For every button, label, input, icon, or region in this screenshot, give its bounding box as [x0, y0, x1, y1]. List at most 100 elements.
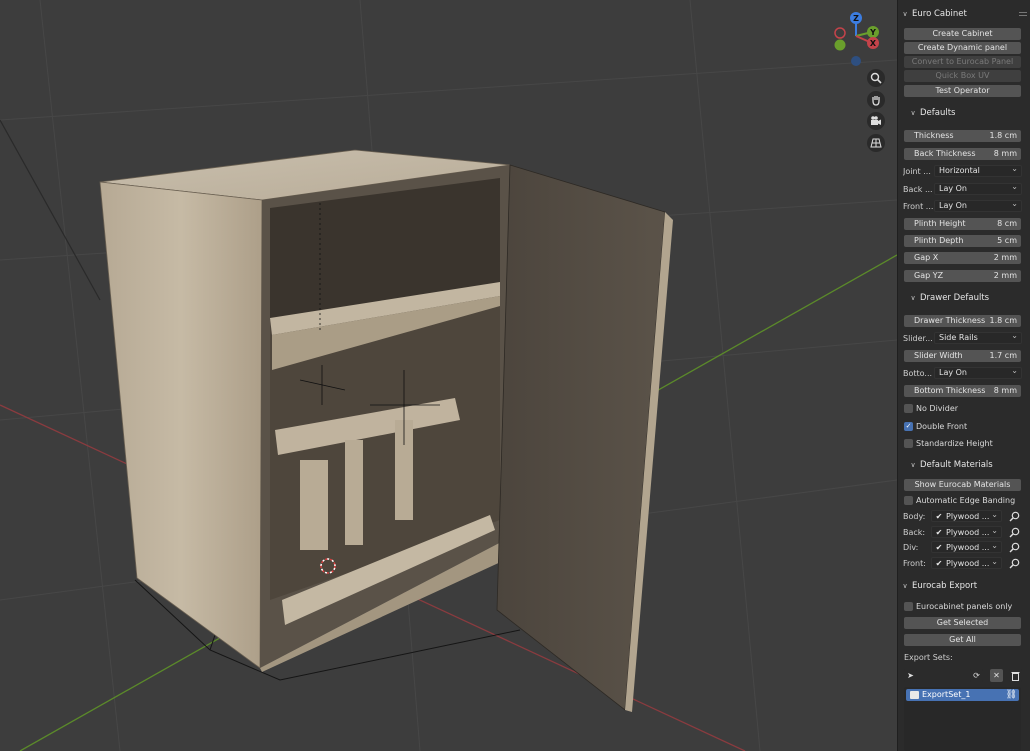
chevron-down-icon: ∨ [902, 10, 908, 18]
material-label: Div: [903, 542, 919, 552]
trash-icon[interactable] [1009, 669, 1022, 682]
field-label: Bottom Thickness [914, 386, 986, 395]
bottom-dropdown[interactable]: Lay On [934, 366, 1022, 379]
create-dynamic-panel-button[interactable]: Create Dynamic panel [904, 42, 1021, 54]
dropdown-label: Joint ... [903, 166, 931, 176]
eyedropper-search-icon[interactable] [1007, 541, 1021, 553]
quick-box-uv-button[interactable]: Quick Box UV [904, 70, 1021, 82]
chevron-down-icon: ∨ [910, 109, 916, 117]
checkmark-icon[interactable]: ✓ [904, 421, 913, 431]
defaults-panel-header[interactable]: ∨ Defaults [898, 105, 1030, 121]
field-label: Slider Width [914, 351, 963, 360]
material-label: Back: [903, 527, 926, 537]
euro-cabinet-panel-header[interactable]: ∨ Euro Cabinet [898, 6, 1030, 22]
material-value: Plywood ... [946, 527, 990, 537]
eyedropper-search-icon[interactable] [1007, 557, 1021, 569]
cabinet-scene[interactable] [0, 0, 897, 751]
gap-yz-field[interactable]: Gap YZ 2 mm [904, 270, 1021, 282]
double-front-checkbox[interactable]: ✓ Double Front [904, 420, 967, 432]
slider-dropdown[interactable]: Side Rails [934, 331, 1022, 344]
field-label: Gap YZ [914, 271, 944, 280]
drawer-thickness-field[interactable]: Drawer Thickness 1.8 cm [904, 315, 1021, 327]
div-material-dropdown[interactable]: ✔ Plywood ... [931, 541, 1002, 553]
select-cursor-icon[interactable]: ➤ [904, 669, 917, 682]
checkbox-unchecked-icon[interactable] [904, 438, 913, 448]
convert-to-eurocab-panel-button[interactable]: Convert to Eurocab Panel [904, 56, 1021, 68]
eyedropper-search-icon[interactable] [1007, 526, 1021, 538]
gizmo-neg-y-icon[interactable] [834, 39, 846, 51]
drag-grip-icon[interactable] [1019, 12, 1027, 16]
material-label: Body: [903, 511, 926, 521]
back-dropdown[interactable]: Lay On [934, 182, 1022, 195]
no-divider-checkbox[interactable]: No Divider [904, 402, 958, 414]
gap-x-field[interactable]: Gap X 2 mm [904, 252, 1021, 264]
close-icon[interactable]: ✕ [990, 669, 1003, 682]
bottom-dropdown-row: Botto... Lay On [903, 366, 1023, 379]
checkbox-unchecked-icon[interactable] [904, 403, 913, 413]
plinth-height-field[interactable]: Plinth Height 8 cm [904, 218, 1021, 230]
standardize-height-checkbox[interactable]: Standardize Height [904, 437, 993, 449]
slider-width-field[interactable]: Slider Width 1.7 cm [904, 350, 1021, 362]
checkmark-icon: ✔ [935, 527, 943, 537]
refresh-icon[interactable]: ⟳ [970, 669, 983, 682]
field-label: Drawer Thickness [914, 316, 986, 325]
default-materials-panel-header[interactable]: ∨ Default Materials [898, 457, 1030, 473]
back-thickness-field[interactable]: Back Thickness 8 mm [904, 148, 1021, 160]
gizmo-neg-z-icon[interactable] [851, 56, 861, 66]
get-all-button[interactable]: Get All [904, 634, 1021, 646]
eurocab-export-panel-header[interactable]: ∨ Eurocab Export [898, 578, 1030, 594]
field-value: 1.7 cm [989, 351, 1017, 360]
back-material-dropdown[interactable]: ✔ Plywood ... [931, 526, 1002, 538]
zoom-icon[interactable] [867, 69, 885, 87]
plinth-depth-field[interactable]: Plinth Depth 5 cm [904, 235, 1021, 247]
checkbox-unchecked-icon[interactable] [904, 601, 913, 611]
export-set-icon [910, 691, 919, 699]
pan-hand-icon[interactable] [867, 91, 885, 109]
get-selected-button[interactable]: Get Selected [904, 617, 1021, 629]
cabinet-left-side[interactable] [99, 181, 263, 669]
front-dropdown[interactable]: Lay On [934, 199, 1022, 212]
panel-title: Defaults [920, 108, 956, 118]
panel-title: Euro Cabinet [912, 9, 967, 19]
slider-dropdown-row: Slider... Side Rails [903, 331, 1023, 344]
chevron-down-icon: ∨ [902, 582, 908, 590]
svg-text:X: X [870, 39, 877, 48]
checkmark-icon: ✔ [935, 558, 943, 568]
eyedropper-search-icon[interactable] [1007, 510, 1021, 522]
material-value: Plywood ... [946, 542, 990, 552]
field-value: 2 mm [993, 271, 1017, 280]
export-sets-list[interactable]: ExportSet_1 ⛓ [904, 687, 1021, 751]
material-value: Plywood ... [946, 511, 990, 521]
link-icon[interactable]: ⛓ [1006, 690, 1017, 700]
front-material-dropdown[interactable]: ✔ Plywood ... [931, 557, 1002, 569]
thickness-field[interactable]: Thickness 1.8 cm [904, 130, 1021, 142]
drawer-defaults-panel-header[interactable]: ∨ Drawer Defaults [898, 290, 1030, 306]
body-material-dropdown[interactable]: ✔ Plywood ... [931, 510, 1002, 522]
export-sets-label: Export Sets: [904, 653, 953, 662]
div-material-row: Div: ✔ Plywood ... [903, 541, 1026, 553]
divider-2[interactable] [345, 440, 363, 545]
field-label: Thickness [914, 131, 954, 140]
grid-view-icon[interactable] [867, 134, 885, 152]
joint-dropdown-row: Joint ... Horizontal [903, 164, 1023, 177]
test-operator-button[interactable]: Test Operator [904, 85, 1021, 97]
automatic-edge-banding-checkbox[interactable]: Automatic Edge Banding [904, 494, 1015, 506]
joint-dropdown[interactable]: Horizontal [934, 164, 1022, 177]
checkbox-unchecked-icon[interactable] [904, 495, 913, 505]
create-cabinet-button[interactable]: Create Cabinet [904, 28, 1021, 40]
navigation-gizmo[interactable]: Z Y X [830, 10, 886, 68]
divider-1[interactable] [300, 460, 328, 550]
bottom-thickness-field[interactable]: Bottom Thickness 8 mm [904, 385, 1021, 397]
3d-viewport[interactable]: Z Y X [0, 0, 897, 751]
cabinet-door[interactable] [496, 164, 666, 711]
gizmo-neg-x-icon[interactable] [834, 27, 846, 39]
panel-title: Drawer Defaults [920, 293, 990, 303]
svg-text:Z: Z [853, 14, 859, 23]
list-item[interactable]: ExportSet_1 [906, 689, 1019, 701]
checkbox-label: Eurocabinet panels only [916, 601, 1013, 611]
show-eurocab-materials-button[interactable]: Show Eurocab Materials [904, 479, 1021, 491]
front-material-row: Front: ✔ Plywood ... [903, 557, 1026, 569]
camera-icon[interactable] [867, 112, 885, 130]
eurocabinet-panels-only-checkbox[interactable]: Eurocabinet panels only [904, 600, 1012, 612]
checkbox-label: Double Front [916, 421, 968, 431]
